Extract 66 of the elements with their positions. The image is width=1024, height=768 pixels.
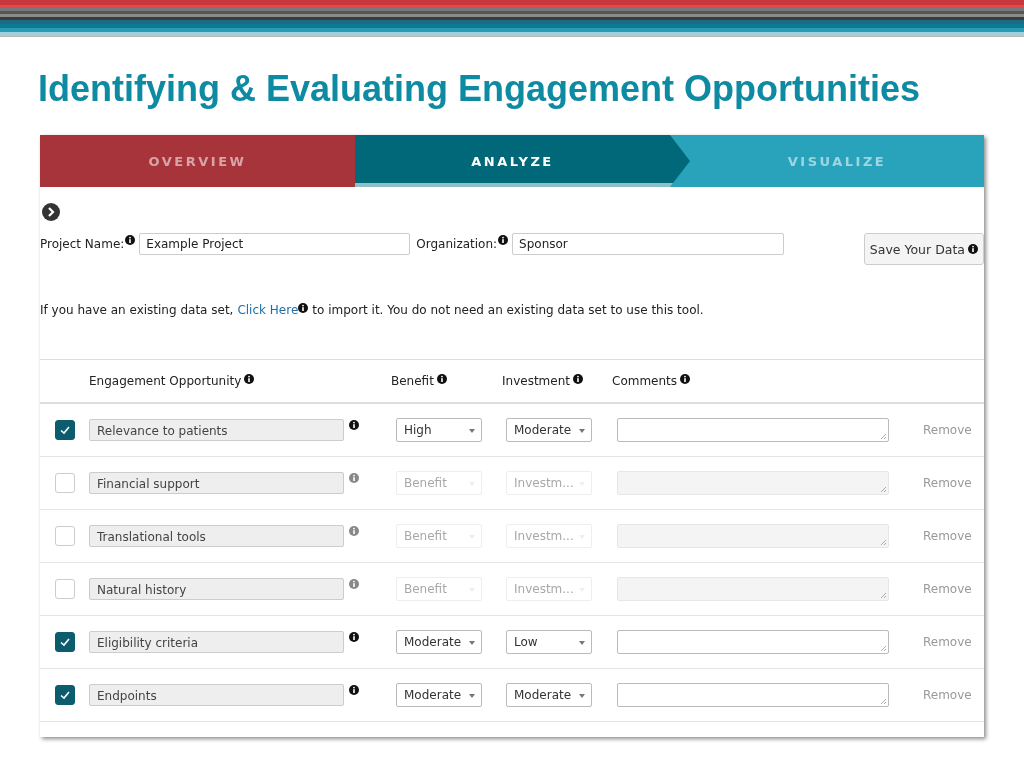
import-note: If you have an existing data set,	[40, 303, 234, 317]
benefit-select[interactable]: Benefit	[396, 577, 482, 601]
investment-select[interactable]: Investm...	[506, 471, 592, 495]
step-tab[interactable]: VISUALIZE	[670, 135, 984, 187]
resize-grip-icon[interactable]	[879, 591, 887, 599]
info-icon[interactable]	[349, 420, 359, 430]
investment-select[interactable]: Investm...	[506, 524, 592, 548]
remove-link[interactable]: Remove	[923, 688, 972, 702]
resize-grip-icon[interactable]	[879, 538, 887, 546]
project-name-field[interactable]: Example Project	[139, 233, 411, 255]
benefit-select[interactable]: Benefit	[396, 471, 482, 495]
investment-select[interactable]: Moderate	[506, 418, 592, 442]
column-header: Benefit	[391, 374, 434, 388]
benefit-select[interactable]: Moderate	[396, 683, 482, 707]
remove-link[interactable]: Remove	[923, 635, 972, 649]
row-checkbox[interactable]	[54, 632, 75, 652]
info-icon[interactable]	[498, 235, 509, 245]
resize-grip-icon[interactable]	[879, 697, 887, 705]
benefit-select[interactable]: Benefit	[396, 524, 482, 548]
benefit-select[interactable]: Moderate	[396, 630, 482, 654]
info-icon[interactable]	[349, 685, 359, 695]
opportunity-field: Natural history	[89, 578, 344, 600]
field-label: Project Name:	[40, 236, 125, 253]
remove-link[interactable]: Remove	[923, 582, 972, 596]
opportunity-field: Financial support	[89, 472, 344, 494]
organization-field[interactable]: Sponsor	[512, 233, 785, 255]
benefit-select[interactable]: High	[396, 418, 482, 442]
opportunity-field: Eligibility criteria	[89, 631, 344, 653]
row-checkbox[interactable]	[54, 685, 75, 705]
info-icon[interactable]	[125, 235, 136, 245]
investment-select[interactable]: Investm...	[506, 577, 592, 601]
row-checkbox[interactable]	[54, 420, 75, 440]
comment-field[interactable]	[617, 683, 889, 707]
remove-link[interactable]: Remove	[923, 476, 972, 490]
opportunity-field: Translational tools	[89, 525, 344, 547]
step-tab[interactable]: OVERVIEW	[40, 135, 355, 187]
field-label: Organization:	[416, 236, 498, 253]
info-icon[interactable]	[572, 374, 583, 384]
info-icon	[968, 244, 978, 254]
info-icon[interactable]	[680, 374, 691, 384]
info-icon[interactable]	[244, 374, 255, 384]
column-header: Engagement Opportunity	[89, 374, 242, 388]
opportunity-field: Endpoints	[89, 684, 344, 706]
column-header: Comments	[612, 374, 678, 388]
checkmark-icon	[58, 636, 71, 648]
opportunity-field: Relevance to patients	[89, 419, 344, 441]
column-header: Investment	[502, 374, 570, 388]
resize-grip-icon[interactable]	[879, 485, 887, 493]
investment-select[interactable]: Low	[506, 630, 592, 654]
save-data-button[interactable]: Save Your Data	[863, 233, 984, 265]
remove-link[interactable]: Remove	[923, 529, 972, 543]
import-note: to import it. You do not need an existing data set to use this tool.	[312, 303, 704, 317]
info-icon[interactable]	[436, 374, 447, 384]
info-icon[interactable]	[349, 632, 359, 642]
info-icon[interactable]	[298, 303, 309, 313]
comment-field[interactable]	[617, 418, 889, 442]
remove-link[interactable]: Remove	[923, 423, 972, 437]
resize-grip-icon[interactable]	[879, 644, 887, 652]
checkmark-icon	[58, 424, 71, 436]
resize-grip-icon[interactable]	[879, 432, 887, 440]
import-link[interactable]: Click Here	[237, 303, 299, 317]
step-tab[interactable]: ANALYZE	[355, 135, 690, 187]
slide-title: Identifying & Evaluating Engagement Opportunities	[38, 69, 922, 111]
checkmark-icon	[58, 689, 71, 701]
comment-field[interactable]	[617, 630, 889, 654]
investment-select[interactable]: Moderate	[506, 683, 592, 707]
